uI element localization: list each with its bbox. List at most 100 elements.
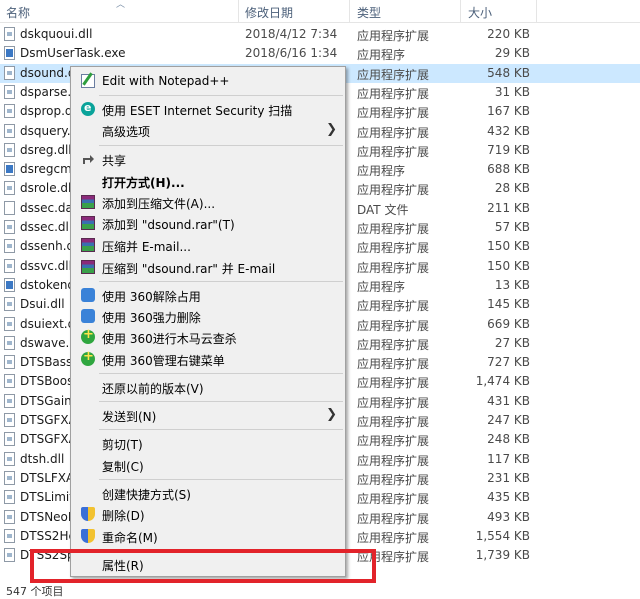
file-size: 432 KB <box>487 123 530 138</box>
menu-item-open-with[interactable]: 打开方式(H)... <box>73 171 343 192</box>
file-size: 247 KB <box>487 413 530 427</box>
column-divider[interactable] <box>238 0 239 22</box>
file-name: DTSGainC <box>20 393 70 408</box>
menu-item-360-unlock[interactable]: 使用 360解除占用 <box>73 285 343 306</box>
file-type: 应用程序扩展 <box>357 357 430 372</box>
dll-icon <box>4 142 15 157</box>
column-divider[interactable] <box>536 0 537 22</box>
dll-icon <box>4 258 15 273</box>
menu-label: 使用 360进行木马云查杀 <box>102 332 237 346</box>
file-size: 145 KB <box>487 297 530 312</box>
file-row[interactable]: DsmUserTask.exe 2018/6/16 1:34 应用程序 29 KB <box>0 44 640 63</box>
item-count: 547 个项目 <box>6 585 64 598</box>
file-type: 应用程序扩展 <box>357 125 430 140</box>
menu-item-copy[interactable]: 复制(C) <box>73 455 343 476</box>
file-name: DTSLimite <box>20 490 70 505</box>
menu-divider <box>99 429 343 430</box>
menu-label: 创建快捷方式(S) <box>102 488 191 502</box>
menu-item-rar-email[interactable]: 压缩并 E-mail... <box>73 235 343 256</box>
file-name: dtsh.dll <box>20 451 65 466</box>
dll-icon <box>4 393 15 408</box>
dll-icon <box>4 451 15 466</box>
menu-item-360-menu[interactable]: 使用 360管理右键菜单 <box>73 349 343 370</box>
menu-item-cut[interactable]: 剪切(T) <box>73 433 343 454</box>
file-type: 应用程序扩展 <box>357 222 430 236</box>
file-type: 应用程序扩展 <box>357 434 430 449</box>
menu-divider <box>99 95 343 96</box>
dll-icon <box>4 181 15 196</box>
file-type: 应用程序扩展 <box>357 530 430 545</box>
file-size: 1,554 KB <box>475 528 530 543</box>
file-type: 应用程序 <box>357 48 406 63</box>
menu-item-share[interactable]: 共享 <box>73 149 343 170</box>
menu-item-send-to[interactable]: 发送到(N) ❯ <box>73 405 343 426</box>
exe-icon <box>4 277 15 292</box>
menu-divider <box>99 281 343 282</box>
menu-divider <box>99 373 343 374</box>
winrar-icon <box>81 238 95 252</box>
menu-item-eset-scan[interactable]: 使用 ESET Internet Security 扫描 <box>73 99 343 120</box>
file-type: 应用程序扩展 <box>357 241 430 256</box>
dll-icon <box>4 374 15 389</box>
file-name: dsprop.dl <box>20 104 70 119</box>
menu-label: 删除(D) <box>102 509 145 523</box>
menu-item-rename[interactable]: 重命名(M) <box>73 526 343 547</box>
file-name: DsmUserTask.exe <box>20 46 126 61</box>
menu-item-restore[interactable]: 还原以前的版本(V) <box>73 377 343 398</box>
exe-icon <box>4 162 15 177</box>
file-type: 应用程序扩展 <box>357 511 430 526</box>
column-header: 名称 ︿ 修改日期 类型 大小 <box>0 0 640 23</box>
menu-label: 重命名(M) <box>102 531 158 545</box>
dll-icon <box>4 297 15 312</box>
file-size: 31 KB <box>494 84 530 99</box>
menu-label: 使用 360强力删除 <box>102 311 201 325</box>
menu-item-rar-add-named[interactable]: 添加到 "dsound.rar"(T) <box>73 213 343 234</box>
menu-item-delete[interactable]: 删除(D) <box>73 504 343 525</box>
menu-item-notepad[interactable]: Edit with Notepad++ <box>73 71 343 92</box>
menu-item-shortcut[interactable]: 创建快捷方式(S) <box>73 483 343 504</box>
chevron-right-icon: ❯ <box>326 407 337 422</box>
file-size: 1,474 KB <box>475 374 530 389</box>
file-size: 493 KB <box>487 509 530 524</box>
file-name: dsparse.c <box>20 84 70 99</box>
chevron-right-icon: ❯ <box>326 122 337 137</box>
file-type: 应用程序扩展 <box>357 395 430 410</box>
file-size: 719 KB <box>487 142 530 157</box>
highlight-box <box>30 549 376 583</box>
dll-icon <box>4 432 15 447</box>
file-row[interactable]: dskquoui.dll 2018/4/12 7:34 应用程序扩展 220 KB <box>0 25 640 44</box>
file-type: 应用程序扩展 <box>357 318 430 333</box>
menu-item-rar-email-named[interactable]: 压缩到 "dsound.rar" 并 E-mail <box>73 257 343 278</box>
menu-label: 使用 360解除占用 <box>102 290 201 304</box>
share-icon <box>81 152 95 166</box>
column-divider[interactable] <box>349 0 350 22</box>
file-size: 688 KB <box>487 162 530 177</box>
column-size[interactable]: 大小 <box>468 4 492 21</box>
file-size: 150 KB <box>487 258 530 273</box>
file-size: 211 KB <box>487 200 530 215</box>
column-divider[interactable] <box>460 0 461 22</box>
file-name: dswave.d <box>20 335 70 350</box>
menu-item-rar-add[interactable]: 添加到压缩文件(A)... <box>73 192 343 213</box>
dll-icon <box>4 355 15 370</box>
status-bar: 547 个项目 <box>0 582 640 599</box>
file-name: dsreg.dll <box>20 142 70 157</box>
file-type: 应用程序扩展 <box>357 86 430 101</box>
column-name[interactable]: 名称 <box>6 4 30 21</box>
file-name: DTSGFXA <box>20 413 70 427</box>
file-size: 13 KB <box>494 277 530 292</box>
exe-icon <box>4 46 15 61</box>
column-type[interactable]: 类型 <box>357 4 381 21</box>
file-size: 548 KB <box>487 65 530 80</box>
menu-item-advanced[interactable]: 高级选项 ❯ <box>73 120 343 141</box>
menu-item-360-delete[interactable]: 使用 360强力删除 <box>73 306 343 327</box>
file-type: 应用程序扩展 <box>357 260 430 275</box>
menu-item-360-scan[interactable]: 使用 360进行木马云查杀 <box>73 327 343 348</box>
menu-label: 共享 <box>102 154 127 168</box>
column-date[interactable]: 修改日期 <box>245 4 293 21</box>
360-scan-icon <box>81 327 95 344</box>
winrar-icon <box>81 260 95 274</box>
menu-label: Edit with Notepad++ <box>102 74 230 88</box>
file-type: 应用程序扩展 <box>357 376 430 391</box>
file-type: 应用程序 <box>357 164 406 179</box>
